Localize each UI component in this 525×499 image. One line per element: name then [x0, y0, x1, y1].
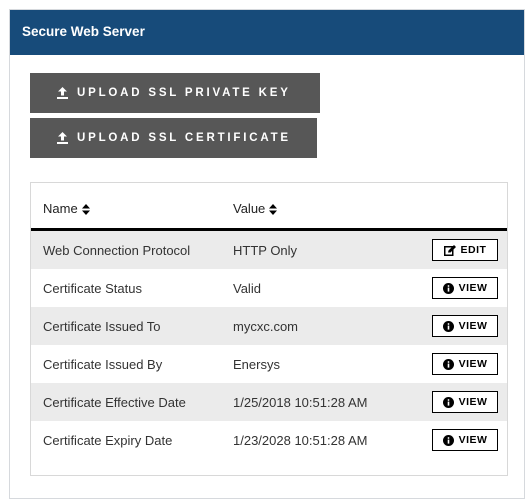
- edit-icon: [443, 244, 456, 256]
- edit-button[interactable]: EDIT: [432, 239, 498, 261]
- view-button[interactable]: VIEW: [432, 429, 498, 451]
- row-value: mycxc.com: [233, 319, 298, 334]
- row-value: HTTP Only: [233, 243, 298, 258]
- row-name: Certificate Status: [43, 281, 142, 296]
- certificate-table: Name Value Web Connection Protocol HTTP …: [30, 182, 508, 476]
- table-row: Certificate Status Valid VIEW: [31, 269, 507, 307]
- row-name: Certificate Issued To: [43, 319, 161, 334]
- table-row: Certificate Issued By Enersys VIEW: [31, 345, 507, 383]
- row-value: 1/25/2018 10:51:28 AM: [233, 395, 368, 410]
- view-button[interactable]: VIEW: [432, 353, 498, 375]
- info-icon: [442, 396, 454, 408]
- info-icon: [442, 358, 454, 370]
- panel-header: Secure Web Server: [10, 10, 524, 55]
- upload-icon: [57, 87, 68, 99]
- panel-title: Secure Web Server: [22, 24, 145, 39]
- info-icon: [442, 320, 454, 332]
- sort-icon: [269, 203, 278, 215]
- row-name: Certificate Effective Date: [43, 395, 186, 410]
- table-row: Certificate Effective Date 1/25/2018 10:…: [31, 383, 507, 421]
- upload-ssl-private-key-button[interactable]: UPLOAD SSL PRIVATE KEY: [30, 73, 320, 113]
- upload-ssl-private-key-label: UPLOAD SSL PRIVATE KEY: [77, 87, 291, 99]
- upload-ssl-certificate-label: UPLOAD SSL CERTIFICATE: [77, 132, 291, 144]
- upload-ssl-certificate-button[interactable]: UPLOAD SSL CERTIFICATE: [30, 118, 317, 158]
- secure-web-server-panel: Secure Web Server UPLOAD SSL PRIVATE KEY…: [9, 9, 525, 499]
- column-header-value[interactable]: Value: [233, 201, 278, 216]
- info-icon: [442, 434, 454, 446]
- row-value: 1/23/2028 10:51:28 AM: [233, 433, 368, 448]
- row-name: Certificate Issued By: [43, 357, 163, 372]
- row-value: Enersys: [233, 357, 280, 372]
- view-button[interactable]: VIEW: [432, 391, 498, 413]
- table-row: Web Connection Protocol HTTP Only EDIT: [31, 231, 507, 269]
- info-icon: [442, 282, 454, 294]
- table-header: Name Value: [31, 183, 507, 231]
- row-value: Valid: [233, 281, 261, 296]
- row-name: Web Connection Protocol: [43, 243, 191, 258]
- upload-icon: [57, 132, 68, 144]
- view-button[interactable]: VIEW: [432, 277, 498, 299]
- table-row: Certificate Expiry Date 1/23/2028 10:51:…: [31, 421, 507, 459]
- column-header-name[interactable]: Name: [43, 201, 90, 216]
- view-button[interactable]: VIEW: [432, 315, 498, 337]
- sort-icon: [81, 203, 90, 215]
- table-row: Certificate Issued To mycxc.com VIEW: [31, 307, 507, 345]
- row-name: Certificate Expiry Date: [43, 433, 173, 448]
